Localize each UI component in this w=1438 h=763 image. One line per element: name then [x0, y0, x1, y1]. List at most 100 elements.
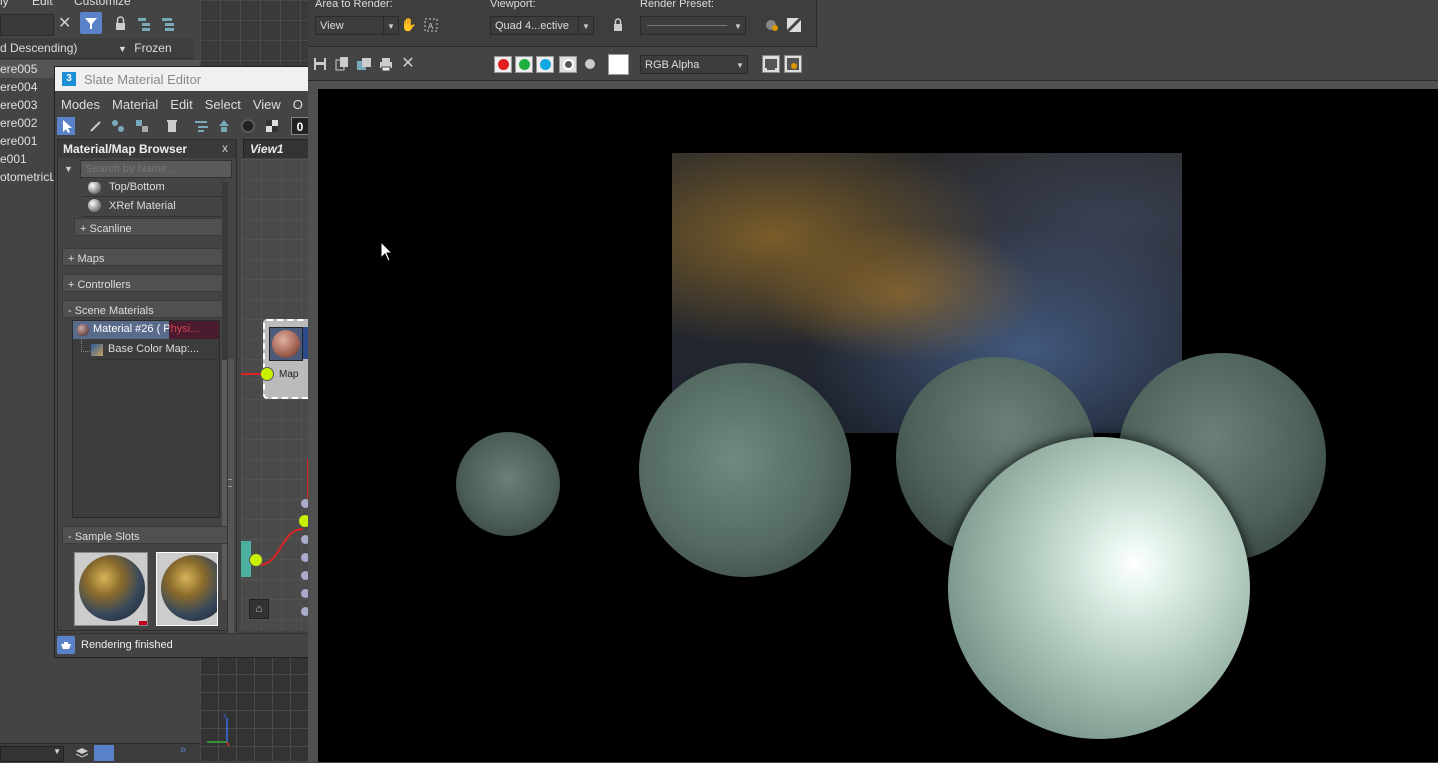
slate-title-bar[interactable]: 3 Slate Material Editor — [55, 67, 311, 91]
category-sample-slots[interactable]: - Sample Slots — [62, 526, 228, 544]
expand-arrows-icon[interactable]: » — [180, 744, 186, 756]
browser-options-chevron-icon[interactable]: ▼ — [64, 164, 73, 174]
lock-viewport-icon[interactable] — [609, 16, 627, 34]
clear-image-icon[interactable]: ✕ — [399, 55, 417, 73]
category-scene-materials[interactable]: - Scene Materials — [62, 300, 228, 318]
print-icon[interactable] — [377, 55, 395, 73]
category-scanline[interactable]: + Scanline — [74, 218, 224, 236]
pan-hand-icon[interactable]: ✋ — [400, 16, 418, 34]
scene-row[interactable]: ere001 — [0, 132, 37, 150]
scene-row-label: e001 — [0, 152, 27, 166]
select-tool-icon[interactable] — [57, 117, 75, 135]
scene-search-input[interactable] — [0, 14, 54, 36]
sample-slot[interactable] — [156, 552, 218, 626]
auto-region-icon[interactable]: A — [422, 16, 440, 34]
view1-tab[interactable]: View1 — [243, 139, 313, 158]
scene-row[interactable]: ere003 — [0, 96, 37, 114]
svg-text:z: z — [223, 713, 227, 720]
navigator-icon[interactable]: ⌂ — [249, 599, 269, 619]
explorer-dropdown[interactable]: ▼ — [0, 746, 64, 762]
clone-window-icon[interactable] — [355, 55, 373, 73]
node-output-socket[interactable] — [260, 367, 274, 381]
blue-channel-icon — [540, 59, 551, 70]
checker-icon[interactable] — [263, 117, 281, 135]
hierarchy-icon[interactable] — [136, 14, 152, 34]
browser-search-input[interactable] — [80, 160, 232, 178]
sample-slot[interactable] — [74, 552, 148, 626]
base-color-map-label: Base Color Map:... — [108, 343, 200, 355]
alpha-channel-toggle[interactable] — [559, 56, 577, 73]
panel-splitter[interactable] — [227, 359, 234, 633]
rendered-image[interactable] — [318, 89, 1438, 762]
scene-row[interactable]: ere004 — [0, 78, 37, 96]
color-swatch[interactable] — [608, 54, 629, 75]
teal-node-socket[interactable] — [249, 553, 263, 567]
frozen-header-label: Frozen — [134, 41, 172, 55]
lock-icon[interactable] — [112, 14, 128, 34]
app-logo-icon: 3 — [62, 72, 76, 86]
column-header-frozen[interactable]: ▼ Frozen — [116, 38, 194, 59]
menu-item-ly[interactable]: ly — [0, 0, 9, 8]
area-to-render-dropdown[interactable]: View ▼ — [315, 16, 399, 35]
column-header-sort[interactable]: d Descending) — [0, 38, 132, 59]
viewport-dropdown[interactable]: Quad 4...ective ▼ — [490, 16, 594, 35]
background-icon[interactable] — [239, 117, 257, 135]
category-controllers[interactable]: + Controllers — [62, 274, 228, 292]
mouse-cursor-icon — [380, 241, 394, 262]
filter-icon[interactable] — [80, 12, 102, 34]
status-text: Rendering finished — [81, 639, 173, 651]
toggle-ui-icon[interactable] — [784, 55, 802, 73]
category-maps[interactable]: + Maps — [62, 248, 228, 266]
green-channel-toggle[interactable] — [515, 56, 533, 73]
scene-material-base-color-map[interactable]: Base Color Map:... — [91, 341, 219, 360]
environment-icon[interactable] — [785, 16, 803, 34]
assign-material-icon[interactable] — [133, 117, 151, 135]
render-teapot-icon[interactable] — [57, 636, 75, 654]
scene-row[interactable]: e001 — [0, 150, 27, 168]
chevron-down-icon: ▼ — [736, 61, 744, 70]
move-children-icon[interactable] — [215, 117, 233, 135]
viewport-label: Viewport: — [490, 0, 536, 10]
slate-material-editor-window: 3 Slate Material Editor Modes Material Edi… — [54, 66, 313, 658]
material-node[interactable]: Map — [263, 319, 311, 399]
browser-list: Top/Bottom XRef Material + Scanline + Ma… — [58, 182, 228, 630]
list-item-xref-material[interactable]: XRef Material — [82, 196, 222, 217]
toggle-ui-overlays-icon[interactable] — [762, 55, 780, 73]
menu-material[interactable]: Material — [112, 97, 158, 112]
zoom-counter-icon[interactable]: 0 — [291, 117, 309, 135]
red-channel-toggle[interactable] — [494, 56, 512, 73]
clear-search-icon[interactable]: ✕ — [58, 14, 74, 34]
node-view-canvas[interactable]: Map ⌂ — [241, 159, 311, 631]
list-item-top-bottom[interactable]: Top/Bottom — [82, 182, 222, 197]
browser-close-button[interactable]: x — [222, 141, 228, 155]
delete-icon[interactable] — [163, 117, 181, 135]
node-sphere — [272, 330, 300, 358]
scene-material-26[interactable]: Material #26 ( Physi... — [73, 321, 219, 339]
render-setup-icon[interactable] — [763, 16, 781, 34]
scene-row[interactable]: otometricLi — [0, 168, 59, 186]
scene-row[interactable]: ere002 — [0, 114, 37, 132]
layer-hierarchy-icon[interactable] — [160, 14, 176, 34]
put-to-scene-icon[interactable] — [109, 117, 127, 135]
alpha-channel-icon — [563, 59, 574, 70]
save-image-icon[interactable] — [311, 55, 329, 73]
monochrome-icon[interactable] — [585, 59, 595, 69]
menu-edit[interactable]: Edit — [170, 97, 192, 112]
scene-row-label: ere004 — [0, 80, 38, 94]
render-frame-window: Area to Render: View ▼ ✋ A Viewport: Qua… — [308, 0, 1438, 762]
eyedropper-icon[interactable] — [87, 117, 105, 135]
display-channel-dropdown[interactable]: RGB Alpha ▼ — [640, 55, 748, 74]
layout-icon[interactable] — [193, 117, 211, 135]
menu-options[interactable]: O — [293, 97, 303, 112]
copy-image-icon[interactable] — [333, 55, 351, 73]
menu-item-edit[interactable]: Edit — [32, 0, 53, 8]
blue-channel-toggle[interactable] — [536, 56, 554, 73]
menu-select[interactable]: Select — [205, 97, 241, 112]
menu-view[interactable]: View — [253, 97, 281, 112]
menu-item-customize[interactable]: Customize — [74, 0, 131, 8]
hierarchy-view-icon[interactable] — [94, 745, 114, 761]
layers-icon[interactable] — [74, 746, 90, 760]
render-preset-dropdown[interactable]: ▼ — [640, 16, 746, 35]
menu-modes[interactable]: Modes — [61, 97, 100, 112]
viewport-value: Quad 4...ective — [495, 20, 569, 32]
